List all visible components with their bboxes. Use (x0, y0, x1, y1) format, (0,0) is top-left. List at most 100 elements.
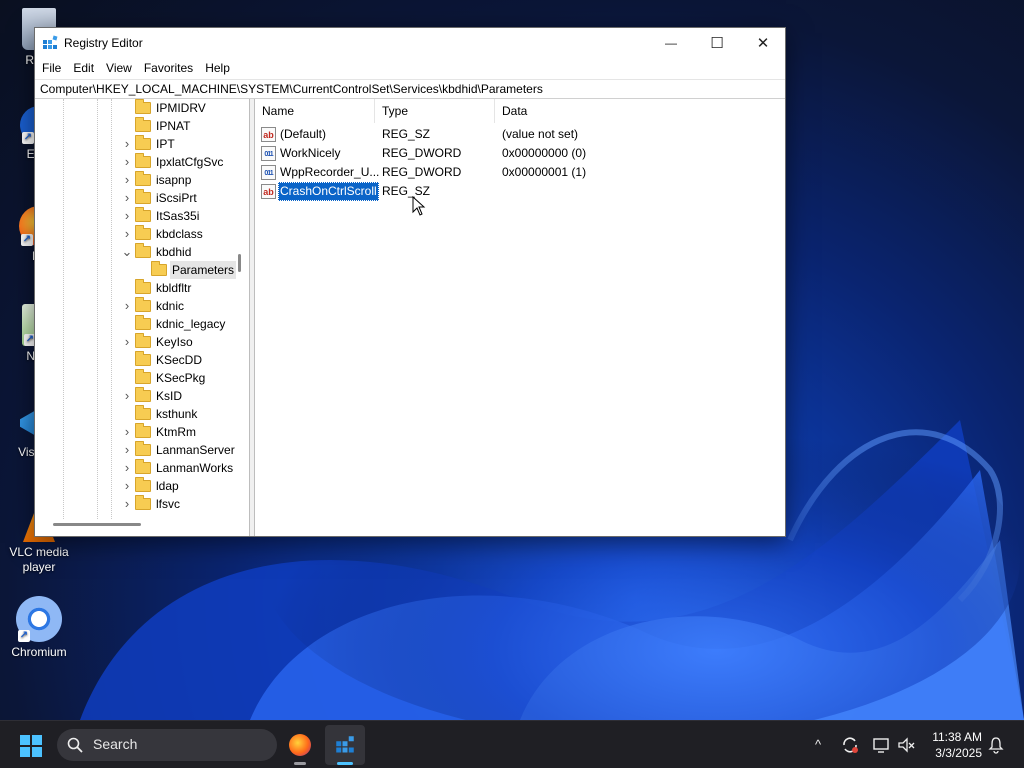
network-icon[interactable] (871, 735, 891, 755)
shortcut-arrow-icon: ↗ (18, 630, 30, 642)
expand-chevron-icon[interactable]: › (121, 207, 133, 225)
address-bar[interactable]: Computer\HKEY_LOCAL_MACHINE\SYSTEM\Curre… (35, 79, 785, 99)
tree-item[interactable]: kbldfltr (35, 279, 231, 297)
folder-icon (135, 135, 151, 150)
values-list[interactable]: Name Type Data ab (Default) REG_SZ (value n… (255, 99, 785, 536)
expand-chevron-icon[interactable]: › (121, 423, 133, 441)
tree-item[interactable]: › ItSas35i (35, 207, 231, 225)
tree-item[interactable]: kdnic_legacy (35, 315, 231, 333)
registry-editor-window: Registry Editor — ☐ ✕ File Edit View Fav… (34, 27, 786, 537)
expand-chevron-icon[interactable]: › (121, 459, 133, 477)
tree-item[interactable]: ⌄ kbdhid (35, 243, 231, 261)
expand-chevron-icon[interactable]: › (121, 441, 133, 459)
mouse-cursor-icon (412, 196, 426, 216)
menu-favorites[interactable]: Favorites (138, 57, 199, 79)
taskbar-search-box[interactable]: Search (57, 729, 277, 761)
tree-item-label: kbdhid (156, 245, 192, 259)
expand-chevron-icon[interactable]: › (121, 153, 133, 171)
expand-chevron-icon[interactable]: › (121, 495, 133, 513)
running-indicator (294, 762, 306, 765)
folder-icon (135, 387, 151, 402)
expand-chevron-icon[interactable]: › (121, 477, 133, 495)
tree-item[interactable]: › IpxlatCfgSvc (35, 153, 231, 171)
desktop-icon-label: VLC media player (9, 545, 69, 574)
tree-item[interactable]: › kbdclass (35, 225, 231, 243)
column-header-name[interactable]: Name (255, 99, 375, 123)
expand-chevron-icon[interactable]: › (121, 297, 133, 315)
minimize-icon: — (665, 35, 677, 50)
start-button[interactable] (19, 734, 43, 758)
folder-icon (135, 423, 151, 438)
folder-icon (151, 261, 167, 276)
system-clock[interactable]: 11:38 AM 3/3/2025 (932, 729, 982, 761)
tree-item[interactable]: › iScsiPrt (35, 189, 231, 207)
tree-item[interactable]: KSecDD (35, 351, 231, 369)
value-row[interactable]: 011 WppRecorder_U... REG_DWORD 0x00000001 (… (255, 163, 785, 182)
folder-icon (135, 495, 151, 510)
tree-item[interactable]: KSecPkg (35, 369, 231, 387)
folder-icon (135, 153, 151, 168)
menu-edit[interactable]: Edit (67, 57, 100, 79)
tree-item[interactable]: IPNAT (35, 117, 231, 135)
expand-chevron-icon[interactable]: › (121, 189, 133, 207)
sync-icon[interactable] (840, 735, 860, 755)
title-bar[interactable]: Registry Editor — ☐ ✕ (35, 28, 785, 57)
collapse-chevron-icon[interactable]: ⌄ (121, 243, 133, 261)
tree-item-label: kbldfltr (156, 281, 192, 295)
string-value-icon: ab (261, 184, 276, 199)
value-row[interactable]: 011 WorkNicely REG_DWORD 0x00000000 (0) (255, 144, 785, 163)
column-header-type[interactable]: Type (375, 99, 495, 123)
taskbar-firefox[interactable] (280, 725, 320, 765)
column-header-data[interactable]: Data (495, 99, 785, 123)
expand-chevron-icon[interactable]: › (121, 387, 133, 405)
menu-file[interactable]: File (36, 57, 67, 79)
binary-value-icon: 011 (261, 146, 276, 161)
tree-item[interactable]: › kdnic (35, 297, 231, 315)
tree-item-label: Parameters (170, 261, 237, 279)
expand-chevron-icon[interactable]: › (121, 135, 133, 153)
menu-help[interactable]: Help (199, 57, 236, 79)
value-row[interactable]: ab (Default) REG_SZ (value not set) (255, 125, 785, 144)
menu-view[interactable]: View (100, 57, 138, 79)
value-name: CrashOnCtrlScroll (278, 182, 379, 201)
expand-chevron-icon[interactable]: › (121, 225, 133, 243)
notification-bell-icon[interactable] (986, 735, 1006, 755)
folder-icon (135, 243, 151, 258)
tree-item-label: KtmRm (156, 425, 196, 439)
chromium-icon: ↗ (16, 596, 62, 642)
taskbar-registry-editor[interactable] (325, 725, 365, 765)
tree-item[interactable]: › lfsvc (35, 495, 231, 513)
taskbar: Search ^ 11:38 AM 3/3/2025 (0, 720, 1024, 768)
tree-item[interactable]: › KsID (35, 387, 231, 405)
tree-horizontal-scrollbar[interactable] (53, 523, 141, 526)
tree-item[interactable]: › isapnp (35, 171, 231, 189)
tree-item[interactable]: ksthunk (35, 405, 231, 423)
tree-item-label: IpxlatCfgSvc (156, 155, 224, 169)
window-title: Registry Editor (64, 36, 143, 50)
tree-vertical-scrollbar[interactable] (238, 254, 241, 272)
tree-item[interactable]: IPMIDRV (35, 99, 231, 117)
tree-item[interactable]: › KtmRm (35, 423, 231, 441)
maximize-button[interactable]: ☐ (694, 28, 740, 57)
expand-chevron-icon[interactable]: › (121, 171, 133, 189)
minimize-button[interactable]: — (648, 28, 694, 57)
show-hidden-icons-chevron-icon[interactable]: ^ (808, 735, 828, 755)
value-type: REG_DWORD (382, 146, 462, 160)
folder-icon (135, 189, 151, 204)
tree-item[interactable]: › KeyIso (35, 333, 231, 351)
tree-item-label: KSecDD (156, 353, 203, 367)
close-button[interactable]: ✕ (740, 28, 786, 57)
volume-muted-icon[interactable] (896, 735, 916, 755)
value-row[interactable]: ab CrashOnCtrlScroll REG_SZ (255, 182, 785, 201)
tree-item[interactable]: › IPT (35, 135, 231, 153)
tree-item[interactable]: › LanmanWorks (35, 459, 234, 477)
expand-chevron-icon[interactable]: › (121, 333, 133, 351)
tree-item[interactable]: › LanmanServer (35, 441, 235, 459)
tree-item[interactable]: Parameters (35, 261, 237, 279)
tree-item-label: LanmanWorks (156, 461, 234, 475)
key-tree[interactable]: IPMIDRV IPNAT › IPT › IpxlatCfgSvc › isapnp › iSc… (35, 99, 250, 536)
desktop-icon-chromium[interactable]: ↗ Chromium (0, 596, 78, 660)
tree-item[interactable]: › ldap (35, 477, 231, 495)
folder-icon (135, 459, 151, 474)
tree-item-label: KsID (156, 389, 183, 403)
